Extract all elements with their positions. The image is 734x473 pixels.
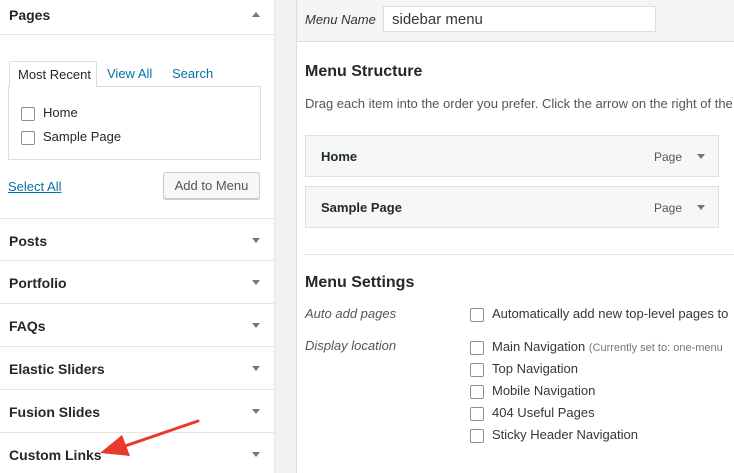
fusion-slides-section-header[interactable]: Fusion Slides (0, 390, 275, 433)
menu-item-expand-icon[interactable] (697, 205, 705, 210)
page-checkbox-row[interactable]: Home (21, 104, 78, 122)
location-name: Mobile Navigation (492, 383, 596, 398)
menu-item-type: Page (653, 150, 682, 164)
tab-search[interactable]: Search (172, 61, 213, 86)
tab-most-recent[interactable]: Most Recent (9, 61, 97, 87)
menu-structure-title: Menu Structure (305, 63, 423, 80)
menu-structure-description: Drag each item into the order you prefer… (305, 96, 733, 111)
location-name: Main Navigation (492, 339, 586, 354)
expand-arrow-icon[interactable] (252, 366, 260, 371)
menu-settings-title: Menu Settings (305, 274, 415, 291)
checkbox[interactable] (21, 106, 35, 121)
checkbox[interactable] (470, 384, 484, 399)
section-title: Fusion Slides (9, 404, 101, 420)
menu-name-input[interactable] (383, 6, 656, 32)
pages-section-header[interactable]: Pages (0, 0, 275, 35)
section-title: Elastic Sliders (9, 361, 105, 377)
page-checkbox-row[interactable]: Sample Page (21, 128, 121, 146)
expand-arrow-icon[interactable] (252, 409, 260, 414)
checkbox[interactable] (470, 362, 484, 377)
collapse-arrow-icon[interactable] (252, 12, 260, 17)
section-title: Custom Links (9, 447, 102, 463)
location-name: Sticky Header Navigation (492, 427, 638, 442)
location-top-navigation[interactable]: Top Navigation (470, 360, 578, 378)
location-name: Top Navigation (492, 361, 578, 376)
menu-name-label: Menu Name (305, 12, 376, 27)
divider (305, 254, 734, 255)
faqs-section-header[interactable]: FAQs (0, 304, 275, 347)
checkbox[interactable] (21, 130, 35, 145)
menu-item-sample-page[interactable]: Sample Page Page (305, 186, 719, 228)
checkbox[interactable] (470, 428, 484, 443)
location-404-useful-pages[interactable]: 404 Useful Pages (470, 404, 595, 422)
elastic-sliders-section-header[interactable]: Elastic Sliders (0, 347, 275, 390)
checkbox[interactable] (470, 340, 484, 355)
page-label: Sample Page (43, 129, 122, 144)
portfolio-section-header[interactable]: Portfolio (0, 261, 275, 304)
section-title: FAQs (9, 318, 46, 334)
custom-links-section-header[interactable]: Custom Links (0, 433, 275, 473)
checkbox[interactable] (470, 406, 484, 421)
section-title: Portfolio (9, 275, 67, 291)
pages-checklist: Home Sample Page (8, 86, 261, 160)
add-menu-items-panel: Pages Most Recent View All Search Home S… (0, 0, 275, 473)
option-label: Automatically add new top-level pages to (492, 306, 729, 321)
menu-item-expand-icon[interactable] (697, 154, 705, 159)
select-all-link[interactable]: Select All (8, 179, 61, 194)
location-mobile-navigation[interactable]: Mobile Navigation (470, 382, 595, 400)
expand-arrow-icon[interactable] (252, 238, 260, 243)
expand-arrow-icon[interactable] (252, 323, 260, 328)
location-note: (Currently set to: one-menu (588, 342, 723, 354)
expand-arrow-icon[interactable] (252, 452, 260, 457)
auto-add-pages-label: Auto add pages (305, 306, 397, 321)
location-main-navigation[interactable]: Main Navigation (Currently set to: one-m… (470, 338, 723, 356)
menu-item-home[interactable]: Home Page (305, 135, 719, 177)
section-title: Posts (9, 233, 48, 249)
pages-section-title: Pages (9, 7, 51, 23)
location-name: 404 Useful Pages (492, 405, 595, 420)
menu-item-title: Home (321, 149, 358, 164)
menu-item-type: Page (653, 201, 682, 215)
posts-section-header[interactable]: Posts (0, 218, 275, 261)
page-label: Home (43, 105, 78, 120)
menu-item-title: Sample Page (321, 200, 402, 215)
location-sticky-header-navigation[interactable]: Sticky Header Navigation (470, 426, 638, 444)
add-to-menu-button[interactable]: Add to Menu (163, 172, 260, 199)
display-location-label: Display location (305, 338, 397, 353)
tab-view-all[interactable]: View All (107, 61, 152, 86)
expand-arrow-icon[interactable] (252, 280, 260, 285)
auto-add-pages-option[interactable]: Automatically add new top-level pages to (470, 305, 728, 323)
checkbox[interactable] (470, 307, 484, 322)
